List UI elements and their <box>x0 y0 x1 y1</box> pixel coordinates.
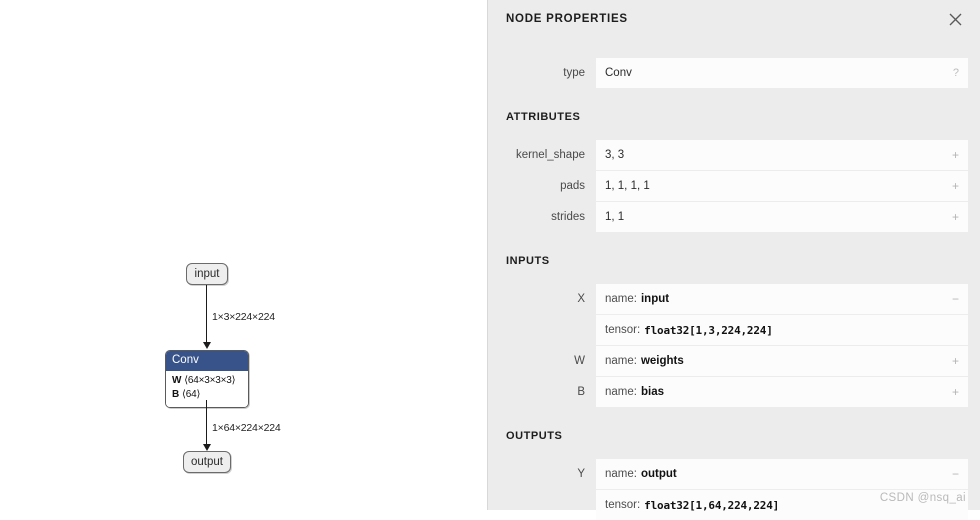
graph-node-output-label: output <box>191 456 223 468</box>
attribute-value-text: 3, 3 <box>605 149 625 161</box>
input-row-b: B name: bias + <box>488 377 980 407</box>
property-label-type: type <box>563 67 585 79</box>
output-name-line: name: output <box>596 459 968 489</box>
attribute-label: pads <box>560 180 585 192</box>
property-value-text: Conv <box>605 67 632 79</box>
graph-edge-label-input: 1×3×224×224 <box>212 311 275 323</box>
graph-node-input-label: input <box>194 268 220 280</box>
panel-header: NODE PROPERTIES <box>488 0 980 44</box>
panel-title: NODE PROPERTIES <box>506 13 628 25</box>
graph-node-output[interactable]: output <box>183 451 231 473</box>
input-label: B <box>577 386 585 398</box>
input-tensor-value: float32[1,3,224,224] <box>644 323 773 337</box>
expand-plus-icon[interactable]: + <box>952 346 959 376</box>
conv-param-w-key: W <box>172 374 182 386</box>
input-name-value: weights <box>640 355 684 367</box>
output-name-value: output <box>640 468 677 480</box>
close-icon[interactable] <box>944 8 966 30</box>
input-value-box[interactable]: name: bias + <box>596 377 968 407</box>
graph-node-input[interactable]: input <box>186 263 228 285</box>
collapse-minus-icon[interactable]: − <box>952 284 959 314</box>
attribute-value-text: 1, 1, 1, 1 <box>605 180 650 192</box>
graph-node-conv-param-w: W ⟨64×3×3×3⟩ <box>172 374 242 389</box>
graph-edge-arrow-icon <box>202 444 211 451</box>
attribute-value-text: 1, 1 <box>605 211 625 223</box>
output-name-key: name: <box>605 468 637 480</box>
attribute-label: strides <box>551 211 585 223</box>
expand-plus-icon[interactable]: + <box>952 377 959 407</box>
output-value-box[interactable]: name: output tensor: float32[1,64,224,22… <box>596 459 968 520</box>
attribute-value-box[interactable]: 1, 1 + <box>596 202 968 232</box>
watermark: CSDN @nsq_ai <box>879 492 966 504</box>
help-question-icon[interactable]: ? <box>953 58 959 88</box>
input-name-line: name: input <box>596 284 968 314</box>
input-name-key: name: <box>605 386 637 398</box>
graph-canvas[interactable]: input 1×3×224×224 Conv W ⟨64×3×3×3⟩ B ⟨6… <box>0 0 487 510</box>
input-label: W <box>574 355 585 367</box>
graph-edge-input-to-conv <box>206 285 208 342</box>
input-tensor-key: tensor: <box>605 324 641 336</box>
input-value-box[interactable]: name: input tensor: float32[1,3,224,224]… <box>596 284 968 345</box>
output-tensor-key: tensor: <box>605 499 641 511</box>
collapse-minus-icon[interactable]: − <box>952 459 959 489</box>
input-row-w: W name: weights + <box>488 346 980 376</box>
input-row-x: X name: input tensor: float32[1,3,224,22… <box>488 284 980 345</box>
input-name-key: name: <box>605 293 637 305</box>
attribute-row-kernel-shape: kernel_shape 3, 3 + <box>488 140 980 170</box>
output-label: Y <box>577 468 585 480</box>
expand-plus-icon[interactable]: + <box>952 140 959 170</box>
attribute-label: kernel_shape <box>515 149 585 161</box>
property-row-type: type Conv ? <box>488 58 980 88</box>
input-label: X <box>577 293 585 305</box>
input-name-value: bias <box>640 386 664 398</box>
conv-param-w-dims: ⟨64×3×3×3⟩ <box>184 374 236 386</box>
graph-node-conv-title: Conv <box>166 351 248 371</box>
input-tensor-line: tensor: float32[1,3,224,224] <box>596 314 968 345</box>
graph-edge-arrow-icon <box>202 342 211 349</box>
graph-edge-label-output: 1×64×224×224 <box>212 422 281 434</box>
graph-edge-conv-to-output <box>206 400 208 445</box>
attribute-row-pads: pads 1, 1, 1, 1 + <box>488 171 980 201</box>
attribute-value-box[interactable]: 1, 1, 1, 1 + <box>596 171 968 201</box>
attribute-value-box[interactable]: 3, 3 + <box>596 140 968 170</box>
expand-plus-icon[interactable]: + <box>952 202 959 232</box>
conv-param-b-key: B <box>172 389 180 401</box>
attribute-row-strides: strides 1, 1 + <box>488 202 980 232</box>
input-name-key: name: <box>605 355 637 367</box>
input-name-line: name: weights <box>596 346 968 376</box>
node-properties-panel: NODE PROPERTIES type Conv ? ATTRIBUTES k… <box>487 0 980 520</box>
input-value-box[interactable]: name: weights + <box>596 346 968 376</box>
graph-node-conv[interactable]: Conv W ⟨64×3×3×3⟩ B ⟨64⟩ <box>165 350 249 408</box>
expand-plus-icon[interactable]: + <box>952 171 959 201</box>
conv-param-b-dims: ⟨64⟩ <box>182 389 201 401</box>
output-row-y: Y name: output tensor: float32[1,64,224,… <box>488 459 980 520</box>
section-title-outputs: OUTPUTS <box>506 430 563 442</box>
section-title-attributes: ATTRIBUTES <box>506 111 581 123</box>
input-name-line: name: bias <box>596 377 968 407</box>
property-value-type[interactable]: Conv ? <box>596 58 968 88</box>
section-title-inputs: INPUTS <box>506 255 550 267</box>
input-name-value: input <box>640 293 670 305</box>
